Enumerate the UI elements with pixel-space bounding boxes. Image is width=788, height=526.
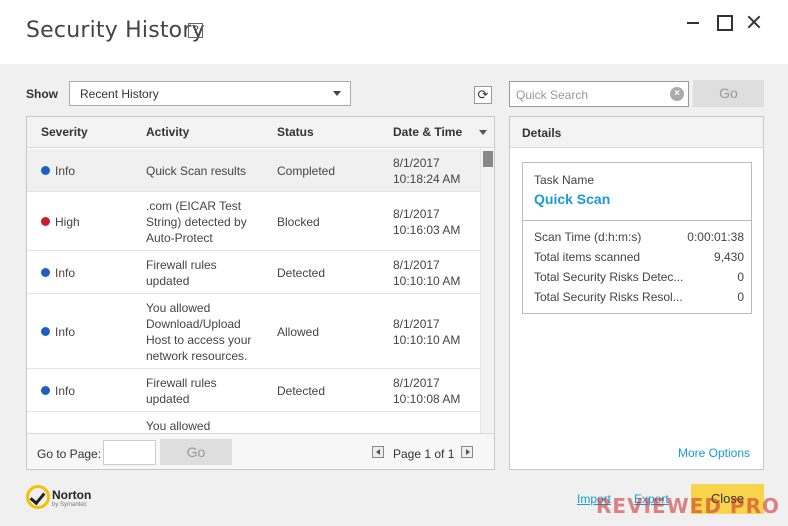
stat-value: 0	[737, 270, 744, 284]
task-name-label: Task Name	[534, 173, 595, 187]
pagination-bar: Go to Page: Go Page 1 of 1	[27, 433, 494, 469]
activity-cell: .com (EICAR Test	[146, 199, 242, 213]
time-cell: 10:10:08 AM	[393, 392, 461, 406]
activity-cell: Quick Scan results	[146, 164, 247, 178]
title-bar: Security History ?	[0, 0, 788, 64]
stat-value: 9,430	[713, 250, 744, 264]
severity-cell: Info	[55, 266, 76, 280]
stat-label: Total Security Risks Detec...	[534, 270, 684, 284]
severity-info-icon	[41, 268, 50, 277]
search-go-button[interactable]: Go	[693, 80, 764, 107]
status-cell: Detected	[277, 266, 326, 280]
severity-cell: Info	[55, 384, 76, 398]
column-date-time[interactable]: Date & Time	[393, 125, 462, 139]
date-cell: 8/1/2017	[393, 317, 440, 331]
severity-high-icon	[41, 217, 50, 226]
history-filter-select[interactable]: Recent History	[69, 81, 351, 106]
date-cell: 8/1/2017	[393, 258, 440, 272]
table-row[interactable]: You allowed	[27, 412, 480, 433]
task-summary-box: Task Name Quick Scan Scan Time (d:h:m:s)…	[522, 162, 752, 314]
column-status[interactable]: Status	[277, 125, 314, 139]
severity-cell: High	[55, 215, 80, 229]
sort-descending-icon[interactable]	[479, 130, 487, 135]
date-cell: 8/1/2017	[393, 156, 440, 170]
status-cell: Blocked	[277, 215, 320, 229]
stat-label: Total Security Risks Resol...	[534, 290, 683, 304]
status-cell: Completed	[277, 164, 336, 178]
table-row[interactable]: Info Quick Scan results Completed 8/1/20…	[27, 149, 480, 192]
close-icon[interactable]	[744, 12, 764, 32]
norton-wordmark: Norton	[52, 488, 92, 502]
stat-value: 0:00:01:38	[687, 230, 744, 244]
norton-byline: by Symantec	[52, 502, 87, 508]
window-title: Security History	[26, 18, 205, 43]
refresh-icon[interactable]: ⟳	[474, 86, 492, 104]
activity-cell: network resources.	[146, 349, 248, 363]
task-name-value: Quick Scan	[534, 191, 611, 207]
goto-page-input[interactable]	[103, 440, 156, 465]
norton-check-icon	[26, 485, 50, 509]
column-severity[interactable]: Severity	[41, 125, 88, 139]
more-options-link[interactable]: More Options	[678, 446, 750, 460]
next-page-icon[interactable]	[461, 446, 473, 458]
history-filter-value: Recent History	[80, 87, 159, 101]
activity-cell: Firewall rules	[146, 258, 217, 272]
time-cell: 10:10:10 AM	[393, 274, 461, 288]
activity-cell: You allowed	[146, 301, 211, 315]
previous-page-icon[interactable]	[372, 446, 384, 458]
page-info: Page 1 of 1	[393, 447, 455, 461]
severity-info-icon	[41, 386, 50, 395]
activity-cell: updated	[146, 392, 190, 406]
table-row[interactable]: Info Firewall rules updated Detected 8/1…	[27, 251, 480, 294]
details-header: Details	[510, 117, 763, 148]
severity-info-icon	[41, 166, 50, 175]
history-table: Severity Activity Status Date & Time Inf…	[26, 116, 495, 470]
table-header: Severity Activity Status Date & Time	[27, 117, 494, 148]
activity-cell: You allowed	[146, 419, 211, 433]
column-activity[interactable]: Activity	[146, 125, 189, 139]
show-label: Show	[26, 87, 58, 101]
stat-label: Scan Time (d:h:m:s)	[534, 230, 642, 244]
time-cell: 10:10:10 AM	[393, 333, 461, 347]
time-cell: 10:18:24 AM	[393, 172, 461, 186]
minimize-icon[interactable]	[684, 12, 704, 32]
date-cell: 8/1/2017	[393, 376, 440, 390]
norton-logo: Norton by Symantec	[26, 485, 96, 513]
table-row[interactable]: High .com (EICAR Test String) detected b…	[27, 192, 480, 251]
stat-value: 0	[737, 290, 744, 304]
watermark: REVIEWED PRO	[596, 494, 780, 518]
activity-cell: Host to access your	[146, 333, 252, 347]
activity-cell: Firewall rules	[146, 376, 217, 390]
time-cell: 10:16:03 AM	[393, 223, 461, 237]
scroll-thumb[interactable]	[483, 151, 493, 167]
severity-info-icon	[41, 327, 50, 336]
search-placeholder: Quick Search	[516, 88, 589, 102]
goto-page-label: Go to Page:	[37, 447, 102, 461]
activity-cell: updated	[146, 274, 190, 288]
activity-cell: Download/Upload	[146, 317, 241, 331]
table-row[interactable]: Info Firewall rules updated Detected 8/1…	[27, 369, 480, 412]
table-scrollbar[interactable]	[480, 149, 494, 433]
clear-search-icon[interactable]: ×	[670, 87, 684, 101]
table-body: Info Quick Scan results Completed 8/1/20…	[27, 149, 480, 433]
table-row[interactable]: Info You allowed Download/Upload Host to…	[27, 294, 480, 369]
maximize-icon[interactable]	[714, 12, 734, 32]
date-cell: 8/1/2017	[393, 207, 440, 221]
status-cell: Allowed	[277, 325, 320, 339]
activity-cell: Auto-Protect	[146, 231, 213, 245]
activity-cell: String) detected by	[146, 215, 247, 229]
divider	[523, 220, 751, 221]
status-cell: Detected	[277, 384, 326, 398]
goto-page-go-button[interactable]: Go	[160, 439, 232, 465]
help-icon[interactable]: ?	[188, 23, 203, 38]
stat-label: Total items scanned	[534, 250, 641, 264]
chevron-down-icon	[333, 91, 341, 96]
severity-cell: Info	[55, 164, 76, 178]
severity-cell: Info	[55, 325, 76, 339]
details-panel: Details Task Name Quick Scan Scan Time (…	[509, 116, 764, 470]
search-input[interactable]: Quick Search ×	[509, 81, 689, 107]
